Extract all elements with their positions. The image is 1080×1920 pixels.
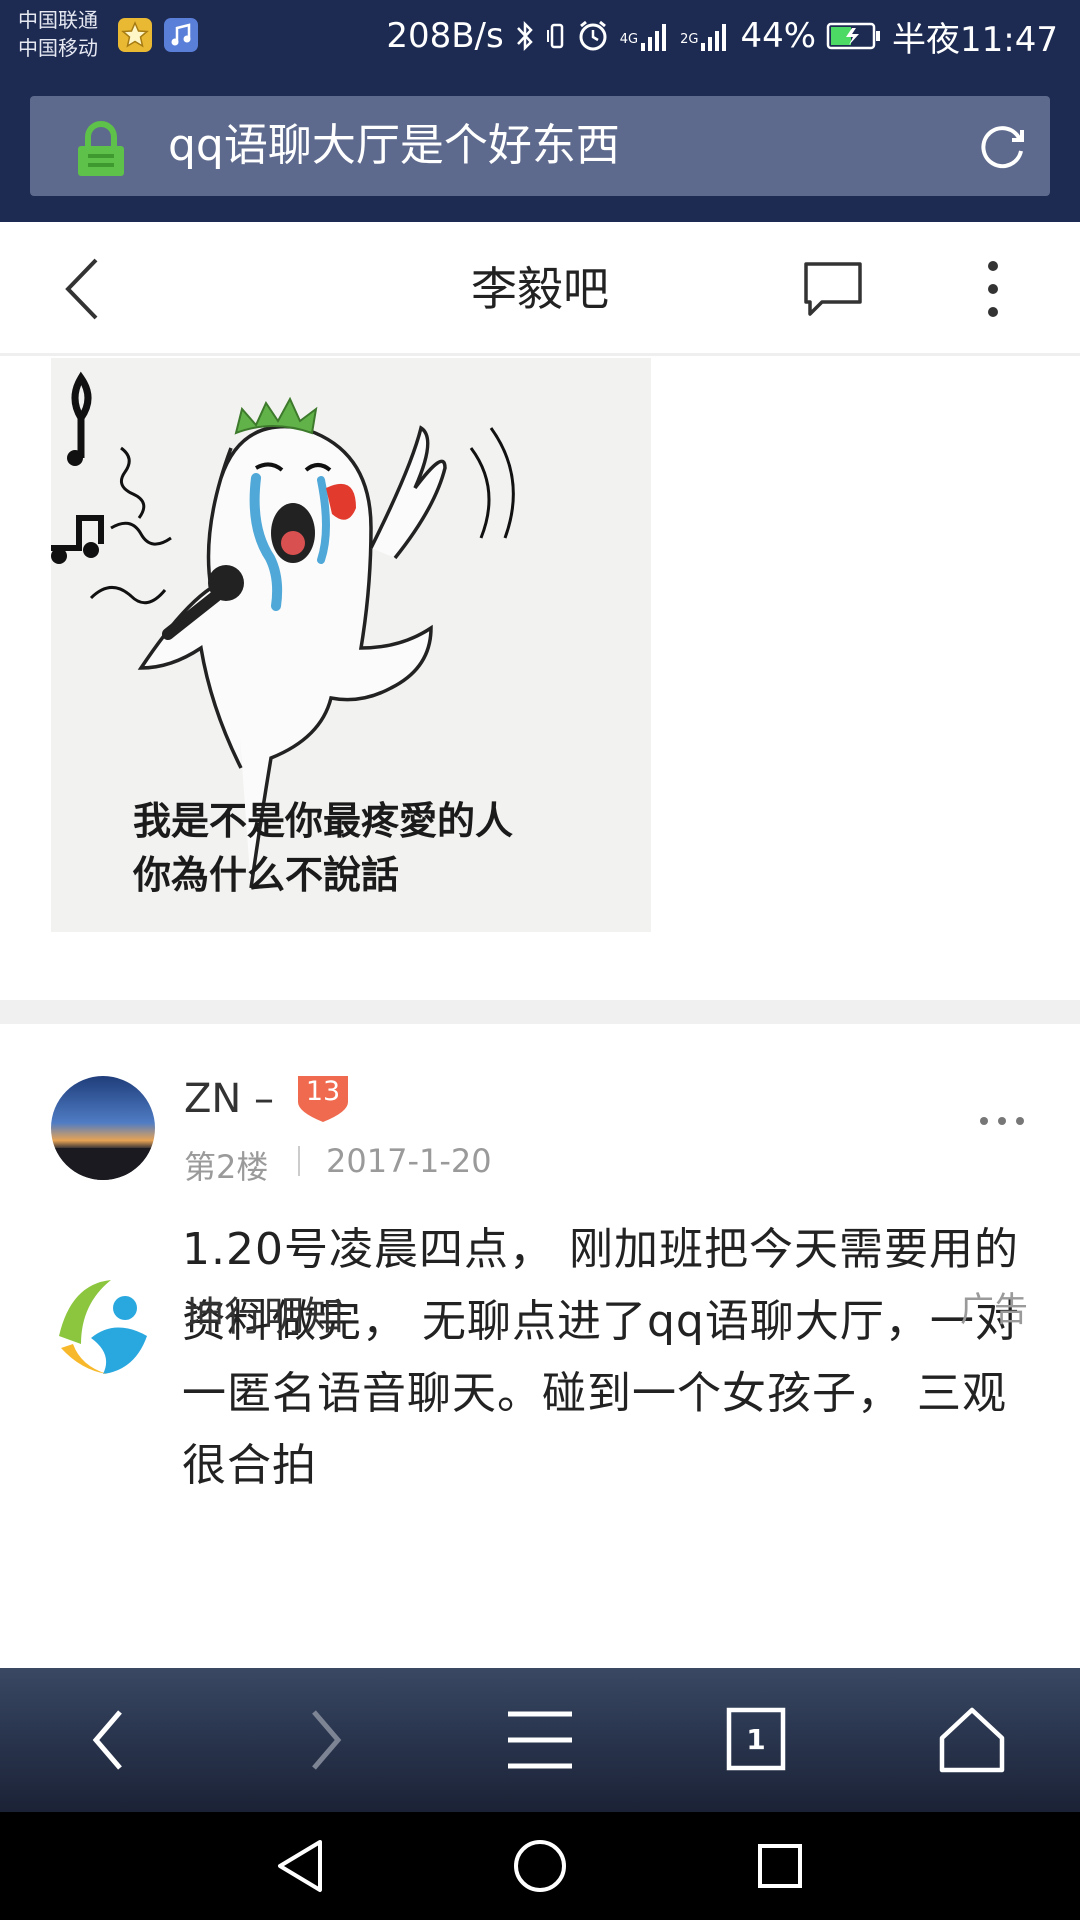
alarm-icon bbox=[579, 20, 607, 51]
reload-icon[interactable] bbox=[974, 118, 1030, 174]
carrier-1: 中国联通 bbox=[18, 8, 98, 32]
carrier-info: 中国联通 中国移动 bbox=[18, 6, 98, 62]
nav-home-icon[interactable] bbox=[508, 1834, 572, 1898]
ad-label: 广告 bbox=[960, 1290, 1028, 1330]
browser-toolbar: 1 bbox=[0, 1668, 1080, 1812]
floor-number: 第2楼 bbox=[184, 1148, 269, 1186]
menu-button[interactable] bbox=[500, 1700, 580, 1780]
meme-caption-line2: 你為什么不說話 bbox=[133, 852, 400, 897]
status-right: 208B/s 4G 2G 44% 半夜11:47 bbox=[386, 0, 1058, 72]
status-bar: 中国联通 中国移动 208B/s 4G 2G 44% 半夜11:47 bbox=[0, 0, 1080, 72]
clock: 半夜11:47 bbox=[892, 19, 1058, 60]
nav-recents-icon[interactable] bbox=[748, 1834, 812, 1898]
signal-4g-icon bbox=[641, 24, 667, 51]
music-app-icon bbox=[164, 18, 198, 52]
vibrate-icon bbox=[546, 23, 563, 49]
meta-separator bbox=[298, 1146, 300, 1176]
page-title: 李毅吧 bbox=[471, 262, 609, 316]
avatar-image bbox=[51, 1076, 155, 1180]
signal-2g-icon bbox=[701, 24, 727, 51]
more-icon[interactable] bbox=[978, 254, 1008, 324]
nav-back-icon[interactable] bbox=[270, 1834, 334, 1898]
post-more-icon[interactable] bbox=[978, 1114, 1026, 1128]
level-number: 13 bbox=[305, 1076, 341, 1107]
ad-avatar bbox=[51, 1274, 155, 1378]
section-divider bbox=[0, 1000, 1080, 1024]
net-speed: 208B/s bbox=[386, 16, 504, 56]
home-button[interactable] bbox=[932, 1700, 1012, 1780]
lock-icon bbox=[78, 121, 124, 176]
post-body: 1.20号凌晨四点， 刚加班把今天需要用的资料做完， 无聊点进了qq语聊大厅，一… bbox=[182, 1224, 1020, 1491]
battery-icon bbox=[826, 22, 881, 50]
network-4g-label: 4G bbox=[619, 32, 639, 47]
page-header: 李毅吧 bbox=[0, 222, 1080, 356]
home-icon bbox=[939, 1707, 1005, 1773]
thread-content: 我是不是你最疼愛的人 你為什么不說話 ZN – 13 第2楼 2017-1-20… bbox=[0, 358, 1080, 1668]
bluetooth-icon bbox=[516, 20, 533, 52]
meme-image[interactable]: 我是不是你最疼愛的人 你為什么不說話 bbox=[51, 358, 651, 932]
comment-icon[interactable] bbox=[800, 258, 866, 320]
battery-percent: 44% bbox=[740, 16, 817, 56]
tab-count: 1 bbox=[746, 1723, 766, 1756]
ad-name[interactable]: 坤行明知 bbox=[184, 1284, 344, 1342]
star-app-icon bbox=[118, 18, 152, 52]
back-icon[interactable] bbox=[58, 254, 108, 324]
toolbar-back-icon bbox=[92, 1710, 122, 1770]
level-badge-icon: 13 bbox=[294, 1072, 352, 1124]
post-date: 2017-1-20 bbox=[326, 1142, 492, 1180]
tabs-button[interactable]: 1 bbox=[716, 1700, 796, 1780]
address-area: qq语聊大厅是个好东西 bbox=[0, 72, 1080, 222]
address-bar[interactable]: qq语聊大厅是个好东西 bbox=[30, 96, 1050, 196]
username[interactable]: ZN – bbox=[184, 1076, 274, 1122]
signal-2g: 2G bbox=[680, 19, 730, 53]
carrier-2: 中国移动 bbox=[18, 36, 98, 60]
signal-4g: 4G bbox=[620, 19, 670, 53]
avatar[interactable] bbox=[51, 1076, 155, 1180]
menu-icon bbox=[508, 1711, 572, 1769]
toolbar-back-button[interactable] bbox=[68, 1700, 148, 1780]
system-nav-bar bbox=[0, 1812, 1080, 1920]
network-2g-label: 2G bbox=[680, 32, 699, 47]
toolbar-forward-button[interactable] bbox=[286, 1700, 366, 1780]
toolbar-forward-icon bbox=[312, 1710, 342, 1770]
url-text[interactable]: qq语聊大厅是个好东西 bbox=[168, 96, 620, 196]
meme-caption-line1: 我是不是你最疼愛的人 bbox=[133, 798, 514, 843]
